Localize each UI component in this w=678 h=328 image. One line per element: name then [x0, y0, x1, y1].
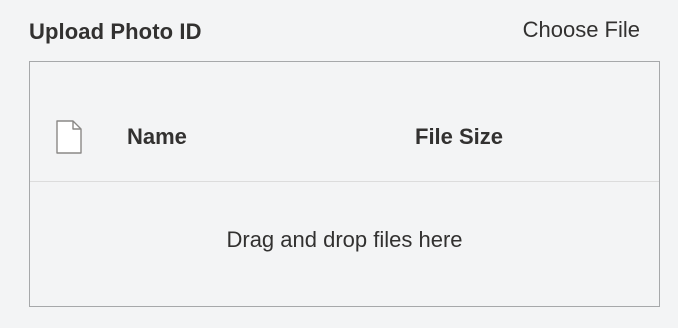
drop-hint-text: Drag and drop files here [226, 227, 463, 252]
file-icon [56, 120, 82, 154]
upload-photo-id-widget: Upload Photo ID Choose File Name File Si… [0, 0, 678, 328]
upload-header: Upload Photo ID Choose File [29, 14, 640, 50]
choose-file-button[interactable]: Choose File [523, 17, 640, 43]
column-header-name[interactable]: Name [127, 124, 187, 150]
column-header-file-size[interactable]: File Size [415, 124, 503, 150]
file-table-header: Name File Size [30, 62, 659, 182]
upload-title: Upload Photo ID [29, 19, 202, 44]
file-drop-zone[interactable]: Name File Size Drag and drop files here [29, 61, 660, 307]
